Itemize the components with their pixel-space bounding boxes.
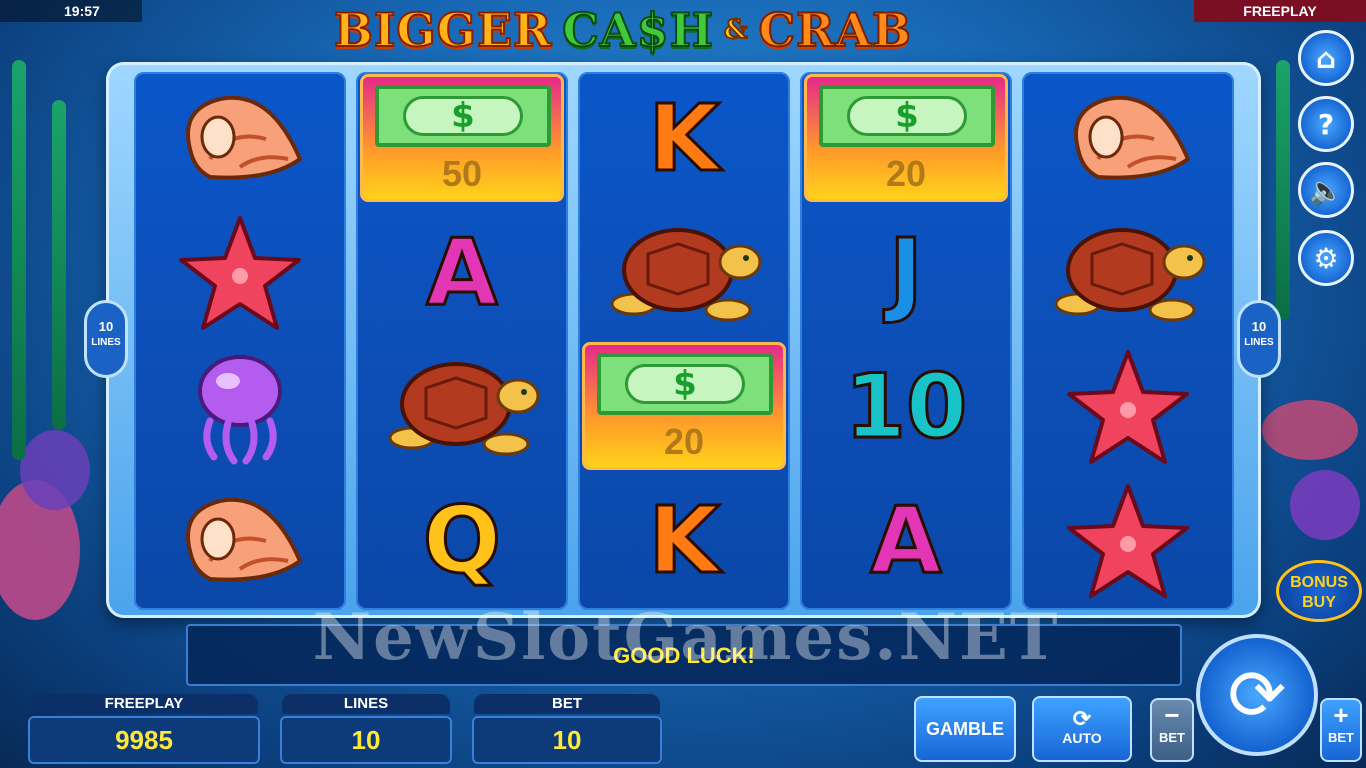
bonus-buy-button[interactable]: BONUS BUY (1276, 560, 1362, 622)
coral-decoration-right (1262, 400, 1358, 460)
letter-symbol-text: 10 (843, 355, 968, 458)
dollar-bill-icon: $ (375, 85, 551, 147)
cash-symbol: $20 (804, 74, 1008, 202)
jellyfish-icon (150, 348, 330, 466)
bet-increase-label: BET (1328, 730, 1354, 745)
dollar-sign: $ (847, 96, 967, 136)
sound-muted-button[interactable]: 🔈 (1298, 162, 1354, 218)
starfish-icon (150, 214, 330, 332)
letter-symbol-a: A (816, 482, 996, 600)
clock: 19:57 (0, 0, 142, 22)
starfish-icon (1038, 482, 1218, 600)
seaweed-decoration (12, 60, 26, 460)
bet-label: BET (474, 694, 660, 714)
letter-symbol-text: Q (421, 487, 502, 594)
freeplay-label: FREEPLAY (30, 694, 258, 714)
letter-symbol-a: A (372, 214, 552, 332)
conch-shell-icon (1038, 80, 1218, 198)
dollar-sign: $ (625, 364, 745, 404)
message-bar: GOOD LUCK! (186, 624, 1182, 686)
letter-symbol-10: 10 (816, 348, 996, 466)
lines-value[interactable]: 10 (280, 716, 452, 764)
spin-button[interactable]: ⟳ (1196, 634, 1318, 756)
letter-symbol-text: K (647, 85, 721, 192)
coral-decoration-left-2 (20, 430, 90, 510)
game-logo: BIGGER CA$H & CRAB (333, 2, 912, 58)
letter-symbol-text: K (647, 487, 721, 594)
sound-muted-icon: 🔈 (1308, 173, 1344, 207)
dollar-bill-icon: $ (819, 85, 995, 147)
home-button[interactable]: ⌂ (1298, 30, 1354, 86)
logo-ampersand: & (723, 14, 749, 46)
autoplay-label: AUTO (1062, 730, 1102, 746)
seaweed-decoration (1276, 60, 1290, 320)
letter-symbol-text: J (887, 219, 924, 326)
autoplay-button[interactable]: ⟳ AUTO (1032, 696, 1132, 762)
logo-word-bigger: BIGGER (333, 2, 553, 58)
dollar-sign: $ (403, 96, 523, 136)
logo-word-cash: CA$H (561, 2, 715, 58)
lines-badge-right: 10 LINES (1237, 300, 1281, 378)
gamble-button[interactable]: GAMBLE (914, 696, 1016, 762)
bonus-buy-line1: BONUS (1290, 574, 1348, 591)
freeplay-credits-value: 9985 (28, 716, 260, 764)
lines-badge-count: 10 (98, 319, 114, 334)
conch-shell-icon (150, 80, 330, 198)
lines-badge-word: LINES (1244, 337, 1274, 348)
lines-badge-count: 10 (1251, 319, 1267, 334)
lines-badge-left: 10 LINES (84, 300, 128, 378)
bonus-buy-line2: BUY (1302, 594, 1336, 611)
freeplay-mode-tag: FREEPLAY (1194, 0, 1366, 22)
lines-badge-word: LINES (91, 337, 121, 348)
cash-symbol-value: 50 (441, 153, 483, 194)
dollar-bill-icon: $ (597, 353, 773, 415)
home-icon: ⌂ (1315, 41, 1337, 75)
refresh-arrows-icon: ⟳ (1227, 654, 1287, 736)
settings-gear-button[interactable]: ⚙ (1298, 230, 1354, 286)
sea-turtle-icon (372, 348, 552, 466)
cash-symbol-value: 20 (885, 153, 927, 194)
conch-shell-icon (150, 482, 330, 600)
letter-symbol-k: K (594, 482, 774, 600)
letter-symbol-q: Q (372, 482, 552, 600)
seaweed-decoration (52, 100, 66, 430)
autoplay-loop-icon: ⟳ (1072, 706, 1092, 731)
bet-decrease-button[interactable]: − BET (1150, 698, 1194, 762)
logo-word-crab: CRAB (758, 2, 912, 58)
letter-symbol-text: A (869, 487, 943, 594)
cash-symbol: $50 (360, 74, 564, 202)
letter-symbol-k: K (594, 80, 774, 198)
bet-increase-button[interactable]: + BET (1320, 698, 1362, 762)
help-icon: ? (1317, 107, 1335, 141)
bet-value[interactable]: 10 (472, 716, 662, 764)
settings-gear-icon: ⚙ (1313, 241, 1339, 275)
coral-decoration-right-2 (1290, 470, 1360, 540)
letter-symbol-j: J (816, 214, 996, 332)
starfish-icon (1038, 348, 1218, 466)
plus-icon: + (1333, 700, 1349, 730)
letter-symbol-text: A (425, 219, 499, 326)
sea-turtle-icon (594, 214, 774, 332)
help-button[interactable]: ? (1298, 96, 1354, 152)
cash-symbol: $20 (582, 342, 786, 470)
minus-icon: − (1164, 700, 1180, 730)
lines-label: LINES (282, 694, 450, 714)
sea-turtle-icon (1038, 214, 1218, 332)
bet-decrease-label: BET (1159, 730, 1185, 745)
cash-symbol-value: 20 (663, 421, 705, 462)
